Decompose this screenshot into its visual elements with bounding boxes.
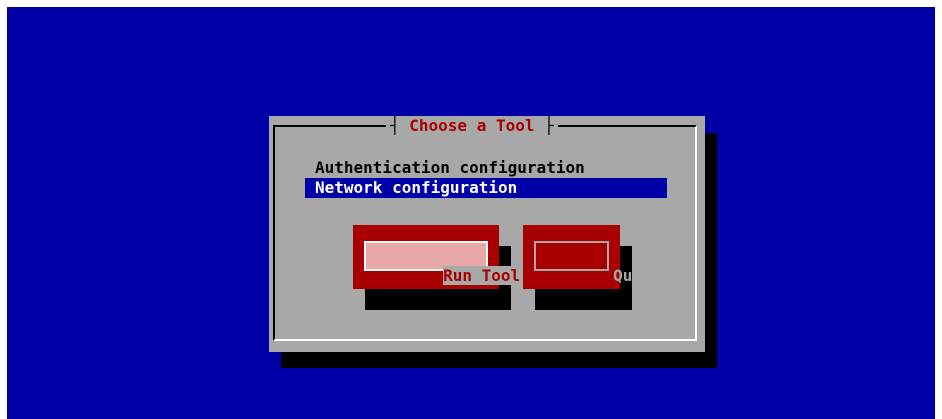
title-border-left: ┤ bbox=[390, 116, 410, 135]
dialog-title-bar: ┤ Choose a Tool ├ bbox=[386, 116, 558, 136]
choose-tool-dialog: ┤ Choose a Tool ├ Authentication configu… bbox=[269, 116, 705, 352]
quit-button[interactable]: Quit bbox=[523, 225, 652, 289]
tool-list[interactable]: Authentication configuration Network con… bbox=[305, 158, 667, 198]
list-item-network-configuration[interactable]: Network configuration bbox=[305, 178, 667, 198]
run-tool-button[interactable]: Run Tool bbox=[353, 225, 521, 289]
list-item-authentication-configuration[interactable]: Authentication configuration bbox=[305, 158, 667, 178]
run-tool-button-inner[interactable]: Run Tool bbox=[364, 241, 521, 285]
run-tool-button-label: Run Tool bbox=[443, 266, 521, 285]
dialog-title: Choose a Tool bbox=[409, 116, 535, 135]
terminal-screen: ┤ Choose a Tool ├ Authentication configu… bbox=[7, 7, 935, 419]
quit-button-label: Quit bbox=[613, 266, 652, 285]
title-border-right: ├ bbox=[534, 116, 554, 135]
quit-button-inner[interactable]: Quit bbox=[534, 241, 652, 285]
